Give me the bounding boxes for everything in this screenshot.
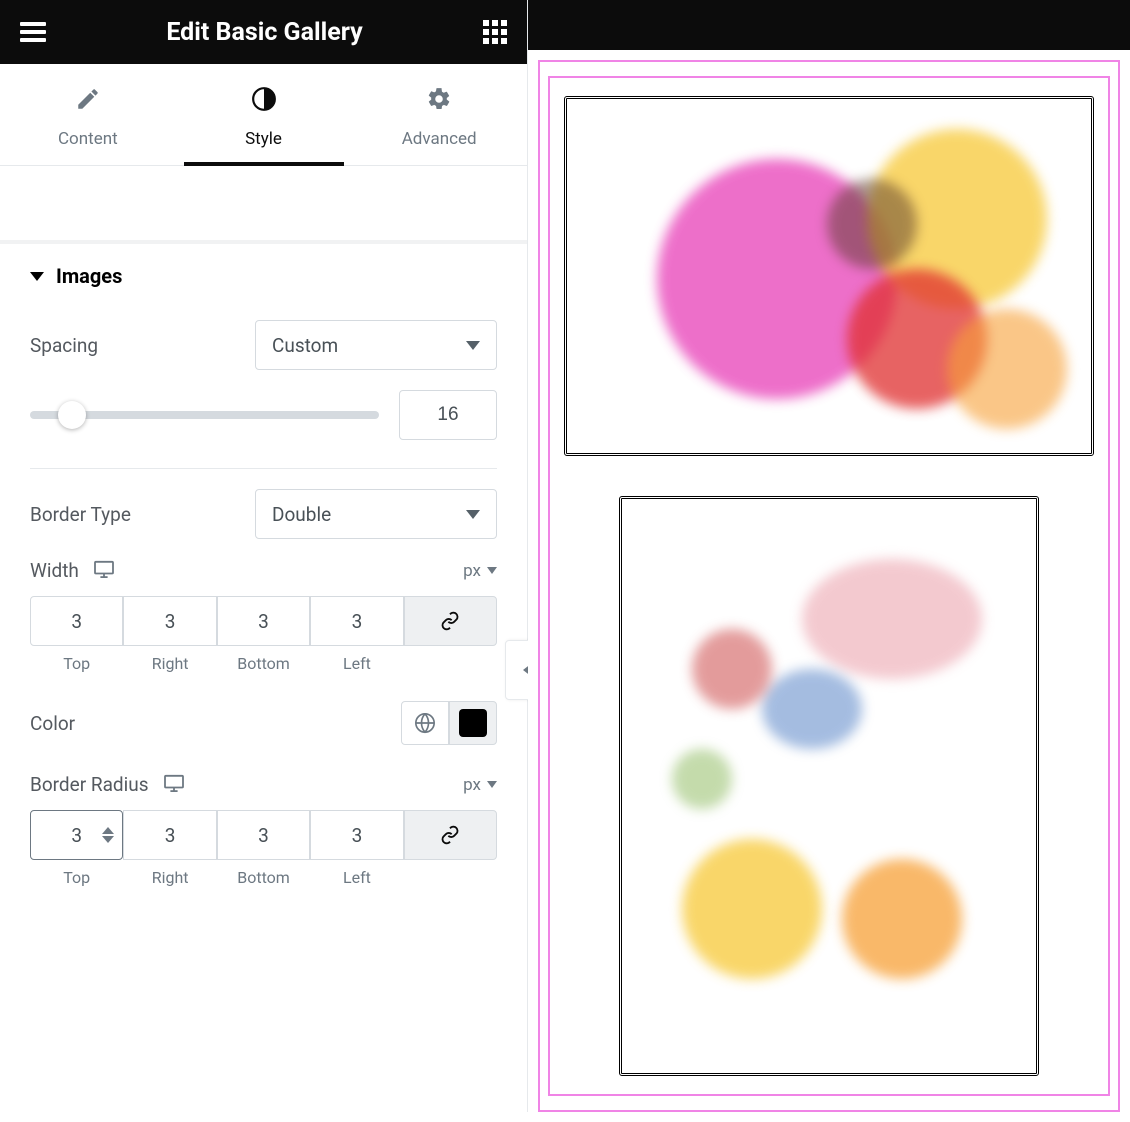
stepper-down-icon[interactable]	[102, 836, 114, 843]
width-unit-select[interactable]: px	[463, 561, 497, 581]
global-color-button[interactable]	[401, 701, 449, 745]
desktop-icon[interactable]	[163, 774, 185, 796]
radius-bottom-label: Bottom	[217, 868, 310, 887]
radius-left-label: Left	[310, 868, 403, 887]
preview-header-bar	[528, 0, 1130, 50]
chevron-down-icon	[487, 567, 497, 574]
section-toggle[interactable]: Images	[30, 264, 497, 288]
spacing-select[interactable]: Custom	[255, 320, 497, 370]
border-type-select[interactable]: Double	[255, 489, 497, 539]
radius-left-input[interactable]: 3	[310, 810, 403, 860]
gear-icon	[351, 86, 527, 117]
tab-style-label: Style	[245, 129, 282, 149]
color-swatch-button[interactable]	[449, 701, 497, 745]
width-link-button[interactable]	[404, 596, 497, 646]
panel-title: Edit Basic Gallery	[166, 18, 362, 47]
radius-unit-select[interactable]: px	[463, 775, 497, 795]
chevron-down-icon	[30, 272, 44, 281]
tab-style[interactable]: Style	[176, 64, 352, 165]
spacing-label: Spacing	[30, 334, 98, 357]
section-images: Images Spacing Custom Border Type Double…	[0, 244, 527, 887]
tab-advanced-label: Advanced	[402, 129, 477, 149]
width-top-label: Top	[30, 654, 123, 673]
width-unit: px	[463, 561, 481, 581]
tab-content[interactable]: Content	[0, 64, 176, 165]
width-left-input[interactable]: 3	[310, 596, 403, 646]
chevron-down-icon	[466, 510, 480, 519]
width-right-label: Right	[123, 654, 216, 673]
desktop-icon[interactable]	[93, 560, 115, 582]
radius-top-value: 3	[71, 824, 82, 847]
radius-unit: px	[463, 775, 481, 795]
apps-grid-icon[interactable]	[483, 20, 507, 44]
border-type-selected: Double	[272, 503, 331, 526]
tabs: Content Style Advanced	[0, 64, 527, 166]
width-label: Width	[30, 559, 79, 582]
stepper-up-icon[interactable]	[102, 827, 114, 834]
chevron-down-icon	[466, 341, 480, 350]
spacing-slider[interactable]	[30, 411, 379, 419]
spacing-value-input[interactable]	[399, 390, 497, 440]
border-radius-label: Border Radius	[30, 773, 149, 796]
link-icon	[440, 611, 460, 631]
width-bottom-label: Bottom	[217, 654, 310, 673]
half-circle-icon	[176, 86, 352, 117]
border-type-label: Border Type	[30, 503, 131, 526]
color-label: Color	[30, 712, 75, 735]
radius-right-label: Right	[123, 868, 216, 887]
preview-canvas	[528, 0, 1130, 1112]
section-title: Images	[56, 264, 122, 288]
width-right-input[interactable]: 3	[123, 596, 216, 646]
globe-icon	[414, 712, 436, 734]
pencil-icon	[0, 86, 176, 117]
gallery-image-1[interactable]	[564, 96, 1094, 456]
selection-outline-inner[interactable]	[548, 76, 1110, 1096]
menu-icon[interactable]	[20, 22, 46, 42]
radius-link-button[interactable]	[404, 810, 497, 860]
panel-header: Edit Basic Gallery	[0, 0, 527, 64]
selection-outline-outer[interactable]	[538, 60, 1120, 1112]
width-bottom-input[interactable]: 3	[217, 596, 310, 646]
tab-content-label: Content	[58, 129, 118, 149]
chevron-down-icon	[487, 781, 497, 788]
radius-bottom-input[interactable]: 3	[217, 810, 310, 860]
radius-right-input[interactable]: 3	[123, 810, 216, 860]
link-icon	[440, 825, 460, 845]
gallery-image-2[interactable]	[619, 496, 1039, 1076]
width-left-label: Left	[310, 654, 403, 673]
radius-top-input[interactable]: 3	[30, 810, 123, 860]
spacing-selected: Custom	[272, 334, 338, 357]
tab-advanced[interactable]: Advanced	[351, 64, 527, 165]
editor-panel: Edit Basic Gallery Content Style Advance…	[0, 0, 528, 1112]
color-swatch	[459, 709, 487, 737]
width-top-input[interactable]: 3	[30, 596, 123, 646]
radius-top-label: Top	[30, 868, 123, 887]
slider-thumb[interactable]	[58, 401, 86, 429]
spacer	[0, 166, 527, 244]
